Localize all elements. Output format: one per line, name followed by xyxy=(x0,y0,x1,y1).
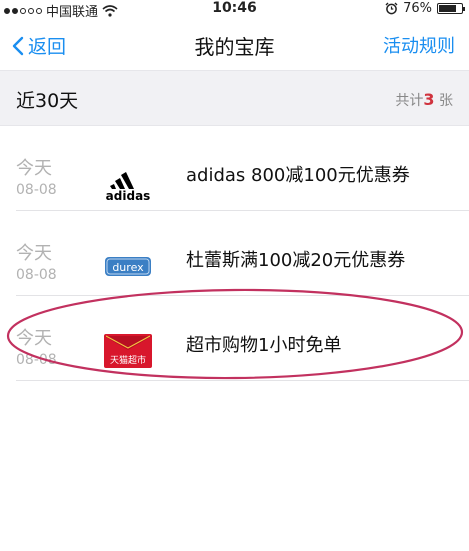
coupon-title: adidas 800减100元优惠券 xyxy=(186,165,410,186)
coupon-count: 共计3 张 xyxy=(395,90,453,110)
coupon-row[interactable]: 今天 08-08 durex 杜蕾斯满100减20元优惠券 xyxy=(0,211,469,296)
coupon-title: 杜蕾斯满100减20元优惠券 xyxy=(186,250,406,271)
count-suffix: 张 xyxy=(439,93,453,109)
coupon-row[interactable]: 今天 08-08 天猫超市 超市购物1小时免单 xyxy=(0,296,469,381)
alarm-icon xyxy=(385,2,398,15)
status-right: 76% xyxy=(385,1,465,16)
coupon-day: 今天 xyxy=(16,328,52,349)
adidas-logo: adidas xyxy=(101,155,155,207)
nav-bar: 返回 我的宝库 活动规则 xyxy=(0,18,469,70)
status-bar: 中国联通 10:46 76% xyxy=(0,0,469,20)
coupon-row[interactable]: 今天 08-08 adidas adidas 800减100元优惠券 xyxy=(0,126,469,211)
count-value: 3 xyxy=(423,90,435,109)
section-header: 近30天 共计3 张 xyxy=(0,70,469,126)
durex-logo-text: durex xyxy=(112,261,144,274)
adidas-logo-text: adidas xyxy=(106,189,151,203)
battery-percent: 76% xyxy=(403,1,432,16)
coupon-date: 08-08 xyxy=(16,182,57,198)
count-prefix: 共计 xyxy=(395,93,424,109)
durex-logo: durex xyxy=(101,240,155,292)
coupon-date: 08-08 xyxy=(16,267,57,283)
coupon-day: 今天 xyxy=(16,158,52,179)
activity-rules-link[interactable]: 活动规则 xyxy=(383,32,455,58)
battery-icon xyxy=(437,3,465,14)
tmall-logo-text: 天猫超市 xyxy=(110,354,146,366)
battery-fill xyxy=(439,5,456,12)
coupon-day: 今天 xyxy=(16,243,52,264)
coupon-date: 08-08 xyxy=(16,352,57,368)
tmall-supermarket-logo: 天猫超市 xyxy=(101,325,155,377)
section-title: 近30天 xyxy=(16,90,79,112)
row-divider xyxy=(16,380,469,381)
coupon-title: 超市购物1小时免单 xyxy=(186,335,342,356)
coupon-list: 今天 08-08 adidas adidas 800减100元优惠券 今天 08… xyxy=(0,126,469,381)
